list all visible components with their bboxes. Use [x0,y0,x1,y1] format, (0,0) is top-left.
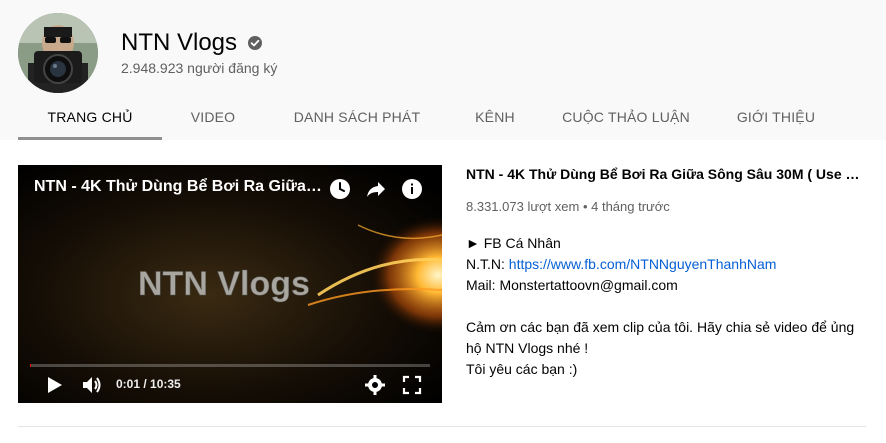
channel-name: NTN Vlogs [121,29,238,56]
channel-title-row: NTN Vlogs [121,29,263,57]
watch-later-icon[interactable] [328,177,352,201]
settings-icon[interactable] [363,373,387,397]
description-line-ntn: N.T.N: https://www.fb.com/NTNNguyenThanh… [466,254,866,275]
tab-playlists-label: DANH SÁCH PHÁT [293,109,421,125]
description-line-love: Tôi yêu các bạn :) [466,361,578,377]
tab-home-label: TRANG CHỦ [47,109,133,125]
tab-home[interactable]: TRANG CHỦ [18,94,162,140]
facebook-link[interactable]: https://www.fb.com/NTNNguyenThanhNam [509,256,777,272]
thumbnail-watermark-text: NTN Vlogs [138,265,310,303]
tab-channels[interactable]: KÊNH [450,94,540,140]
tab-about-label: GIỚI THIỆU [736,109,816,125]
video-info: NTN - 4K Thử Dùng Bể Bơi Ra Giữa Sông Sâ… [466,165,866,380]
channel-header: NTN Vlogs 2.948.923 người đăng ký TRANG … [0,0,886,140]
player-title[interactable]: NTN - 4K Thử Dùng Bể Bơi Ra Giữa Sông Sâ… [34,178,324,196]
subscriber-count: 2.948.923 người đăng ký [121,60,278,76]
video-player[interactable]: NTN Vlogs NTN - 4K Thử Dùng Bể Bơi Ra Gi… [18,165,442,403]
video-title[interactable]: NTN - 4K Thử Dùng Bể Bơi Ra Giữa Sông Sâ… [466,165,864,183]
channel-avatar[interactable] [18,13,98,93]
tab-discussion-label: CUỘC THẢO LUẬN [562,109,690,125]
volume-icon[interactable] [80,373,104,397]
tab-discussion[interactable]: CUỘC THẢO LUẬN [540,94,712,140]
description-line-support: hộ NTN Vlogs nhé ! [466,340,589,356]
description-line-fb: ► FB Cá Nhân [466,235,561,251]
tab-about[interactable]: GIỚI THIỆU [712,94,840,140]
fullscreen-icon[interactable] [400,373,424,397]
description-line-thanks: Cảm ơn các bạn đã xem clip của tôi. Hãy … [466,319,855,335]
description-line-mail: Mail: Monstertattoovn@gmail.com [466,277,678,293]
time-display: 0:01 / 10:35 [116,377,181,391]
share-icon[interactable] [364,177,388,201]
tab-videos[interactable]: VIDEO [162,94,264,140]
progress-bar-fill [30,364,32,367]
video-meta: 8.331.073 lượt xem • 4 tháng trước [466,199,670,214]
avatar-image [18,13,98,93]
verified-check-icon [247,35,263,51]
description-ntn-prefix: N.T.N: [466,256,509,272]
tab-playlists[interactable]: DANH SÁCH PHÁT [264,94,450,140]
section-divider [18,426,866,427]
tab-videos-label: VIDEO [190,109,236,125]
play-icon[interactable] [42,373,66,397]
tab-channels-label: KÊNH [475,109,515,125]
info-icon[interactable] [400,177,424,201]
channel-tabs: TRANG CHỦ VIDEO DANH SÁCH PHÁT KÊNH CUỘC… [18,94,840,140]
video-description: ► FB Cá Nhân N.T.N: https://www.fb.com/N… [466,233,866,380]
progress-bar[interactable] [30,364,430,367]
